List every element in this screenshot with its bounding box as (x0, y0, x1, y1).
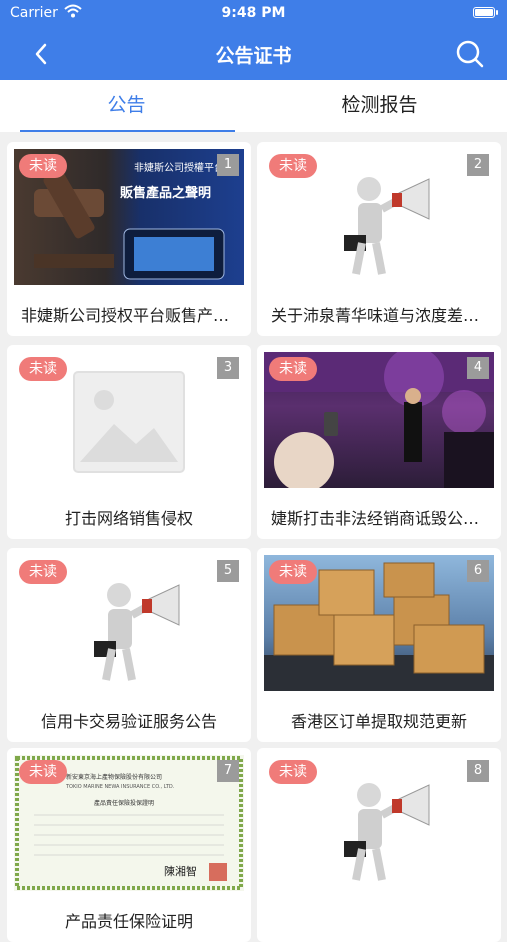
card-number: 5 (217, 560, 239, 582)
battery-icon (473, 7, 498, 18)
announcement-card[interactable]: 未读 3 打击网络销售侵权 (7, 345, 251, 539)
announcement-card[interactable]: 非婕斯公司授權平台 販售產品之聲明 未读 1 非婕斯公司授权平台贩售产品之声明 (7, 142, 251, 336)
navigation-bar: 公告证书 (0, 28, 507, 80)
card-number: 3 (217, 357, 239, 379)
unread-badge: 未读 (269, 154, 317, 178)
announcement-card[interactable]: 未读 5 信用卡交易验证服务公告 (7, 548, 251, 742)
tab-bar: 公告 检测报告 (0, 80, 507, 132)
card-title: 信用卡交易验证服务公告 (40, 712, 217, 731)
certificate-company-name: 新安東京海上產物保險股份有限公司 (66, 773, 162, 781)
card-title: 非婕斯公司授权平台贩售产品之声明 (21, 306, 251, 325)
unread-badge: 未读 (269, 357, 317, 381)
announcement-card[interactable]: 未读 6 香港区订单提取规范更新 (257, 548, 501, 742)
banner-line-2: 販售產品之聲明 (120, 185, 211, 201)
certificate-company-name-en: TOKIO MARINE NEWA INSURANCE CO., LTD. (65, 784, 175, 790)
active-tab-indicator (20, 130, 235, 132)
card-title: 产品责任保险证明 (64, 912, 193, 931)
card-title: 婕斯打击非法经销商诋毁公司名誉 (271, 509, 501, 528)
unread-badge: 未读 (19, 760, 67, 784)
card-number: 7 (217, 760, 239, 782)
announcement-card[interactable]: 新安東京海上產物保險股份有限公司 TOKIO MARINE NEWA INSUR… (7, 748, 251, 942)
page-title: 公告证书 (215, 45, 292, 67)
card-number: 2 (467, 154, 489, 176)
announcement-card[interactable]: 未读 2 关于沛泉菁华味道与浓度差异的说明 (257, 142, 501, 336)
tab-announcements[interactable]: 公告 (0, 80, 253, 132)
banner-line-1: 非婕斯公司授權平台 (134, 161, 224, 174)
unread-badge: 未读 (269, 560, 317, 584)
announcement-card[interactable]: 未读 8 (257, 748, 501, 942)
card-title: 打击网络销售侵权 (64, 509, 193, 528)
status-bar: Carrier 9:48 PM (0, 0, 507, 28)
certificate-title: 產品責任保險投保證明 (94, 799, 154, 807)
unread-badge: 未读 (19, 154, 67, 178)
card-title: 香港区订单提取规范更新 (290, 712, 467, 731)
card-number: 8 (467, 760, 489, 782)
search-icon[interactable] (455, 39, 485, 69)
certificate-signature: 陳湘智 (164, 864, 197, 878)
card-number: 1 (217, 154, 239, 176)
unread-badge: 未读 (269, 760, 317, 784)
unread-badge: 未读 (19, 560, 67, 584)
unread-badge: 未读 (19, 357, 67, 381)
announcement-card[interactable]: 未读 4 婕斯打击非法经销商诋毁公司名誉 (257, 345, 501, 539)
card-title: 关于沛泉菁华味道与浓度差异的说明 (271, 306, 501, 325)
card-number: 6 (467, 560, 489, 582)
tab-test-reports[interactable]: 检测报告 (253, 80, 506, 132)
clock: 9:48 PM (221, 5, 286, 21)
card-number: 4 (467, 357, 489, 379)
